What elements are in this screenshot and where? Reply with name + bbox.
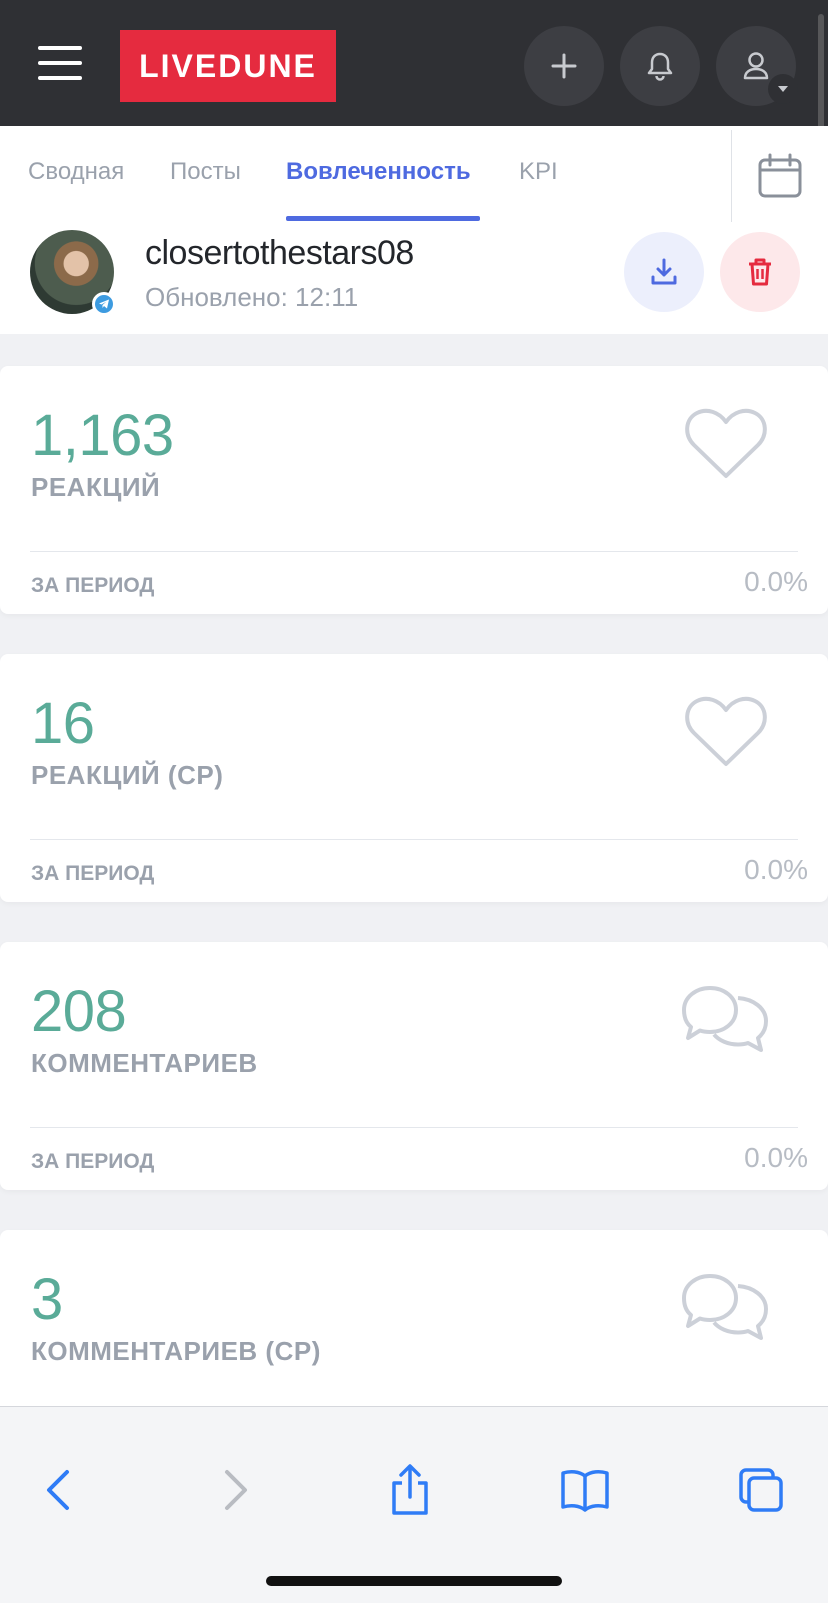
account-name: closertothestars08 [145, 234, 414, 272]
divider [30, 551, 798, 552]
metric-label: РЕАКЦИЙ (СР) [31, 760, 224, 790]
tab-bar: Сводная Посты Вовлеченность KPI [0, 126, 730, 222]
comments-icon [682, 1274, 768, 1340]
active-tab-indicator [286, 216, 480, 221]
back-button[interactable] [30, 1462, 86, 1518]
notifications-button[interactable] [620, 26, 700, 106]
delete-button[interactable] [720, 232, 800, 312]
change-percent: 0.0% [744, 566, 808, 597]
calendar-icon [758, 153, 802, 198]
share-icon [392, 1464, 428, 1515]
chevron-left-icon [47, 1470, 69, 1510]
download-icon [651, 258, 677, 285]
heart-icon [685, 408, 767, 478]
metric-value: 1,163 [31, 403, 174, 468]
metric-label: КОММЕНТАРИЕВ (СР) [31, 1336, 321, 1366]
bookmarks-button[interactable] [557, 1462, 613, 1518]
metric-label: КОММЕНТАРИЕВ [31, 1048, 258, 1078]
trash-icon [749, 258, 771, 286]
heart-icon [685, 696, 767, 766]
forward-button[interactable] [208, 1462, 264, 1518]
top-navigation-bar: LIVEDUNE [0, 0, 828, 126]
comments-icon [682, 986, 768, 1052]
change-percent: 0.0% [744, 1142, 808, 1173]
chevron-down-icon [768, 74, 798, 104]
book-icon [561, 1470, 609, 1512]
metric-card-reactions: 1,163 РЕАКЦИЙ ЗА ПЕРИОД 0.0% [0, 366, 828, 614]
menu-icon[interactable] [38, 46, 82, 82]
updated-time: Обновлено: 12:11 [145, 282, 359, 312]
metric-value: 16 [31, 691, 95, 756]
add-button[interactable] [524, 26, 604, 106]
chevron-right-icon [225, 1470, 247, 1510]
period-label: ЗА ПЕРИОД [31, 1150, 155, 1173]
divider [30, 1127, 798, 1128]
user-icon [743, 52, 769, 80]
change-percent: 0.0% [744, 854, 808, 885]
tabs-button[interactable] [733, 1462, 789, 1518]
share-button[interactable] [382, 1462, 438, 1518]
metric-value: 3 [31, 1267, 63, 1332]
livedune-logo[interactable]: LIVEDUNE [120, 30, 336, 102]
download-button[interactable] [624, 232, 704, 312]
divider [30, 839, 798, 840]
metric-card-avg-reactions: 16 РЕАКЦИЙ (СР) ЗА ПЕРИОД 0.0% [0, 654, 828, 902]
tab-posts[interactable]: Посты [170, 158, 241, 186]
calendar-button[interactable] [756, 152, 804, 200]
telegram-icon [92, 292, 116, 316]
profile-button[interactable] [716, 26, 798, 106]
plus-icon [551, 53, 577, 79]
tab-summary[interactable]: Сводная [28, 158, 124, 186]
period-label: ЗА ПЕРИОД [31, 862, 155, 885]
metric-card-comments: 208 КОММЕНТАРИЕВ ЗА ПЕРИОД 0.0% [0, 942, 828, 1190]
home-indicator [266, 1576, 562, 1586]
metric-value: 208 [31, 979, 127, 1044]
tab-engagement[interactable]: Вовлеченность [286, 158, 471, 186]
metric-label: РЕАКЦИЙ [31, 472, 161, 502]
tab-kpi[interactable]: KPI [519, 158, 558, 186]
period-label: ЗА ПЕРИОД [31, 574, 155, 597]
bell-icon [647, 52, 673, 81]
tabs-icon [739, 1468, 783, 1512]
divider [731, 130, 732, 222]
